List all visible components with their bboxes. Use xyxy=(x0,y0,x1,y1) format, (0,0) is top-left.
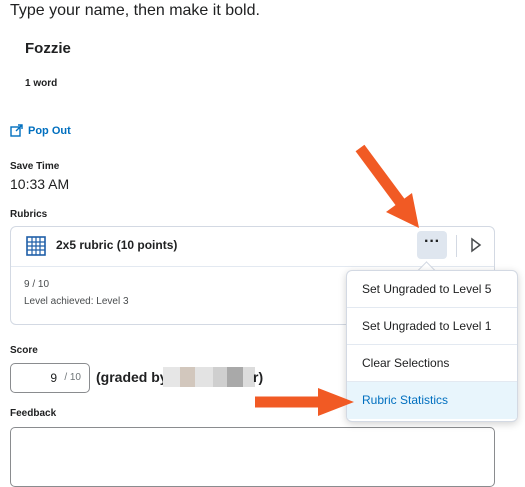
score-input[interactable]: 9 / 10 xyxy=(10,363,90,393)
word-count: 1 word xyxy=(25,78,58,89)
instruction-text: Type your name, then make it bold. xyxy=(10,2,260,19)
rubric-options-menu: Set Ungraded to Level 5 Set Ungraded to … xyxy=(346,270,518,422)
arrow-to-more-options xyxy=(355,144,419,228)
play-icon[interactable] xyxy=(470,237,482,253)
divider xyxy=(456,235,457,257)
feedback-editor[interactable] xyxy=(10,427,495,487)
answer-text: Fozzie xyxy=(25,40,71,57)
score-label: Score xyxy=(10,345,38,356)
rubric-level: Level achieved: Level 3 xyxy=(24,296,129,307)
menu-item-clear-selections[interactable]: Clear Selections xyxy=(347,345,517,382)
save-time-value: 10:33 AM xyxy=(10,176,70,192)
rubric-grid-icon xyxy=(26,236,46,256)
pop-out-label: Pop Out xyxy=(28,124,71,137)
pop-out-icon xyxy=(10,124,23,137)
menu-item-rubric-statistics[interactable]: Rubric Statistics xyxy=(347,382,517,419)
pop-out-link[interactable]: Pop Out xyxy=(10,124,71,137)
rubric-title[interactable]: 2x5 rubric (10 points) xyxy=(56,238,177,252)
score-denominator: / 10 xyxy=(64,372,81,383)
feedback-label: Feedback xyxy=(10,408,57,419)
redacted-name xyxy=(163,367,255,387)
rubric-score: 9 / 10 xyxy=(24,279,50,290)
rubrics-label: Rubrics xyxy=(10,209,48,220)
menu-item-set-level-5[interactable]: Set Ungraded to Level 5 xyxy=(347,271,517,308)
score-value: 9 xyxy=(50,371,57,385)
graded-by-end: r) xyxy=(253,369,264,385)
save-time-label: Save Time xyxy=(10,161,60,172)
arrow-to-rubric-statistics xyxy=(255,388,354,416)
rubric-card-header: 2x5 rubric (10 points) ··· xyxy=(11,227,494,267)
more-options-icon[interactable]: ··· xyxy=(417,231,447,259)
graded-by-text: (graded by xyxy=(96,369,168,385)
menu-item-set-level-1[interactable]: Set Ungraded to Level 1 xyxy=(347,308,517,345)
